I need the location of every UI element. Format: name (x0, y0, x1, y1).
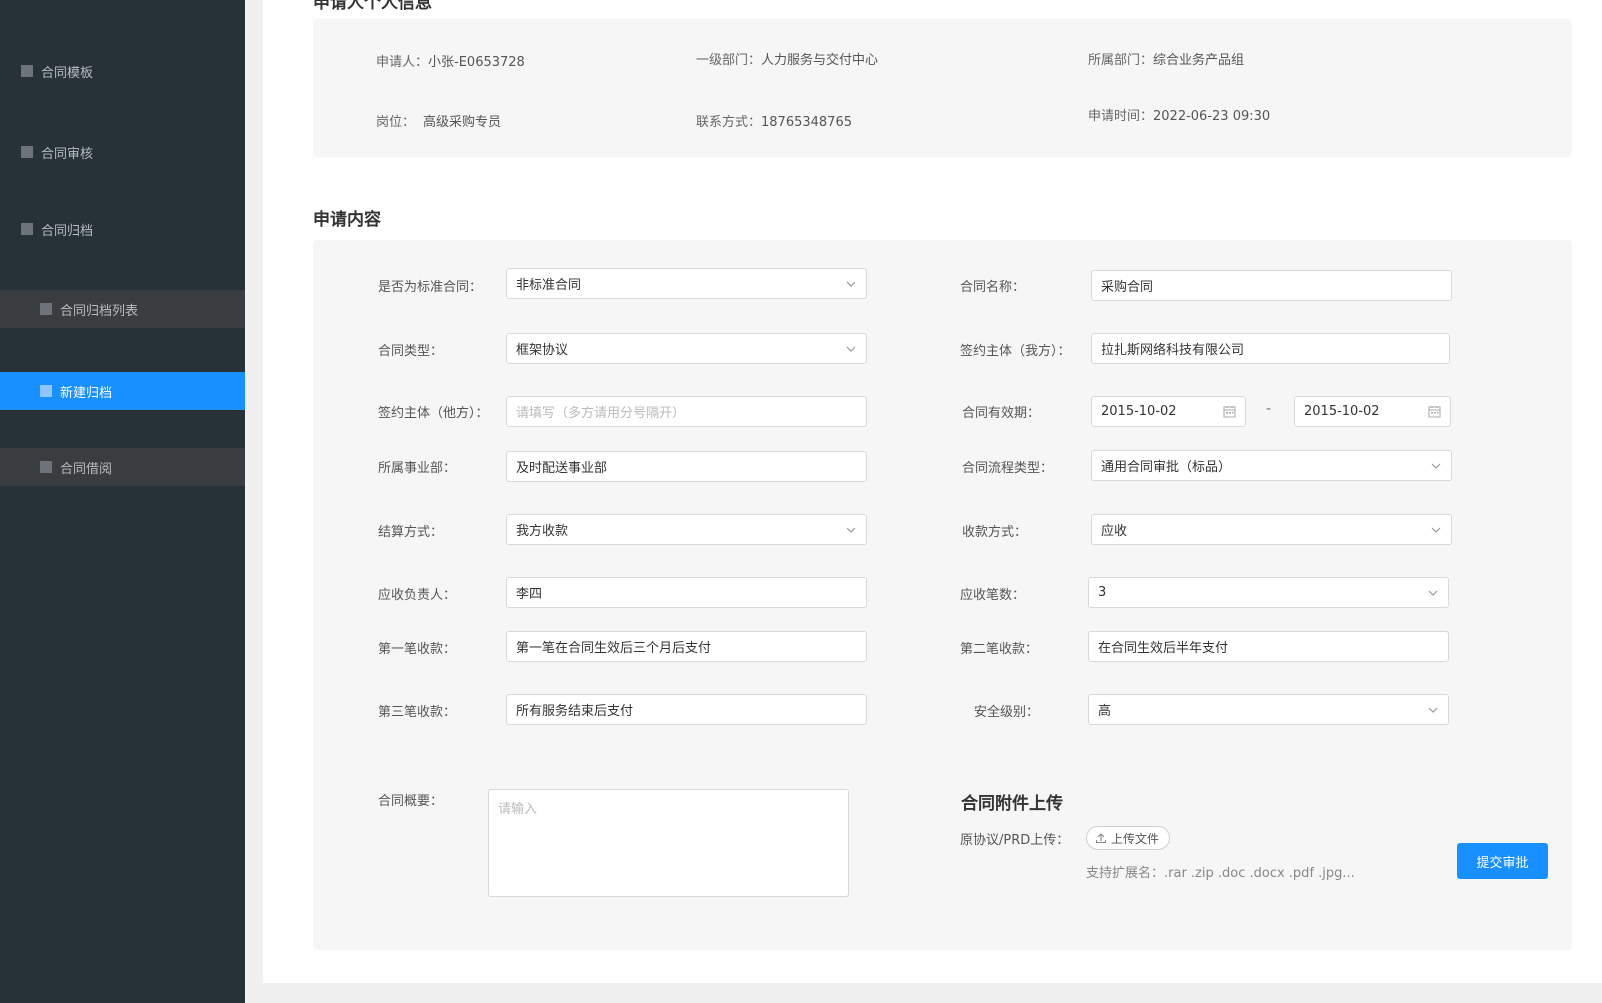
is-standard-select[interactable]: 非标准合同 (506, 268, 867, 299)
party-other-input[interactable]: 请填写（多方请用分号隔开） (506, 396, 867, 427)
upload-icon (1095, 833, 1107, 844)
square-icon (40, 303, 52, 315)
security-level-label: 安全级别： (974, 705, 1040, 720)
applicant-info: 申请人：小张-E0653728 (376, 55, 525, 70)
third-payment-label: 第三笔收款： (378, 705, 457, 720)
second-payment-input[interactable]: 在合同生效后半年支付 (1088, 631, 1449, 662)
contact-info: 联系方式：18765348765 (696, 115, 852, 130)
second-payment-label: 第二笔收款： (960, 642, 1039, 657)
party-self-label: 签约主体（我方）： (960, 344, 1071, 359)
sidebar-item-contract-review[interactable]: 合同审核 (0, 133, 245, 171)
contract-name-input[interactable]: 采购合同 (1091, 270, 1452, 301)
collection-select[interactable]: 应收 (1091, 514, 1452, 545)
chevron-down-icon (1427, 587, 1439, 599)
receivable-count-label: 应收笔数： (960, 588, 1026, 603)
main-content: 申请人个人信息 申请人：小张-E0653728 一级部门：人力服务与交付中心 所… (263, 0, 1602, 983)
receivable-count-select[interactable]: 3 (1088, 577, 1449, 608)
flow-type-select[interactable]: 通用合同审批（标品） (1091, 450, 1452, 481)
first-payment-label: 第一笔收款： (378, 642, 457, 657)
sidebar-item-label: 新建归档 (60, 385, 113, 401)
sidebar-item-label: 合同归档 (41, 223, 94, 239)
chevron-down-icon (1430, 460, 1442, 472)
dept-info: 所属部门：综合业务产品组 (1088, 53, 1245, 68)
is-standard-label: 是否为标准合同： (378, 280, 483, 295)
chevron-down-icon (845, 278, 857, 290)
square-icon (21, 146, 33, 158)
personal-info-panel: 申请人：小张-E0653728 一级部门：人力服务与交付中心 所属部门：综合业务… (313, 19, 1572, 157)
business-unit-label: 所属事业部： (378, 461, 457, 476)
validity-end-date[interactable]: 2015-10-02 (1294, 396, 1451, 427)
calendar-icon (1428, 406, 1441, 418)
square-icon (40, 385, 52, 397)
chevron-down-icon (845, 343, 857, 355)
validity-label: 合同有效期： (962, 406, 1041, 421)
receivable-owner-input[interactable]: 李四 (506, 577, 867, 608)
chevron-down-icon (845, 524, 857, 536)
square-icon (40, 461, 52, 473)
section-title-content: 申请内容 (313, 210, 381, 230)
third-payment-input[interactable]: 所有服务结束后支付 (506, 694, 867, 725)
summary-label: 合同概要： (378, 794, 444, 809)
chevron-down-icon (1430, 524, 1442, 536)
sidebar-item-archive-list[interactable]: 合同归档列表 (0, 290, 245, 328)
sidebar-item-contract-archive[interactable]: 合同归档 (0, 210, 245, 248)
settlement-select[interactable]: 我方收款 (506, 514, 867, 545)
security-level-select[interactable]: 高 (1088, 694, 1449, 725)
calendar-icon (1223, 406, 1236, 418)
date-range-separator: - (1266, 401, 1272, 417)
attachment-title: 合同附件上传 (961, 794, 1063, 814)
contract-name-label: 合同名称： (960, 280, 1026, 295)
summary-textarea[interactable]: 请输入 (488, 789, 849, 897)
sidebar-item-label: 合同归档列表 (60, 303, 139, 319)
first-payment-input[interactable]: 第一笔在合同生效后三个月后支付 (506, 631, 867, 662)
validity-start-date[interactable]: 2015-10-02 (1091, 396, 1246, 427)
business-unit-input[interactable]: 及时配送事业部 (506, 451, 867, 482)
position-info: 岗位： 高级采购专员 (376, 115, 502, 130)
contract-type-select[interactable]: 框架协议 (506, 333, 867, 364)
square-icon (21, 65, 33, 77)
extension-hint: 支持扩展名：.rar .zip .doc .docx .pdf .jpg... (1086, 866, 1355, 881)
collection-label: 收款方式： (962, 525, 1028, 540)
sidebar: 合同模板 合同审核 合同归档 合同归档列表 新建归档 合同借阅 (0, 0, 245, 1003)
submit-approval-button[interactable]: 提交审批 (1457, 843, 1548, 879)
dept1-info: 一级部门：人力服务与交付中心 (696, 53, 879, 68)
contract-type-label: 合同类型： (378, 344, 444, 359)
sidebar-item-label: 合同模板 (41, 65, 94, 81)
attachment-label: 原协议/PRD上传： (960, 833, 1070, 848)
sidebar-item-new-archive[interactable]: 新建归档 (0, 372, 245, 410)
upload-file-button[interactable]: 上传文件 (1086, 826, 1171, 850)
square-icon (21, 223, 33, 235)
time-info: 申请时间：2022-06-23 09:30 (1088, 109, 1271, 124)
party-self-input[interactable]: 拉扎斯网络科技有限公司 (1091, 333, 1450, 364)
sidebar-item-label: 合同审核 (41, 146, 94, 162)
settlement-label: 结算方式： (378, 525, 444, 540)
sidebar-item-contract-borrow[interactable]: 合同借阅 (0, 448, 245, 486)
sidebar-item-contract-template[interactable]: 合同模板 (0, 52, 245, 90)
sidebar-item-label: 合同借阅 (60, 461, 113, 477)
section-title-personal: 申请人个人信息 (313, 0, 432, 13)
party-other-label: 签约主体（他方）： (378, 406, 489, 421)
chevron-down-icon (1427, 704, 1439, 716)
flow-type-label: 合同流程类型： (962, 461, 1054, 476)
receivable-owner-label: 应收负责人： (378, 588, 457, 603)
